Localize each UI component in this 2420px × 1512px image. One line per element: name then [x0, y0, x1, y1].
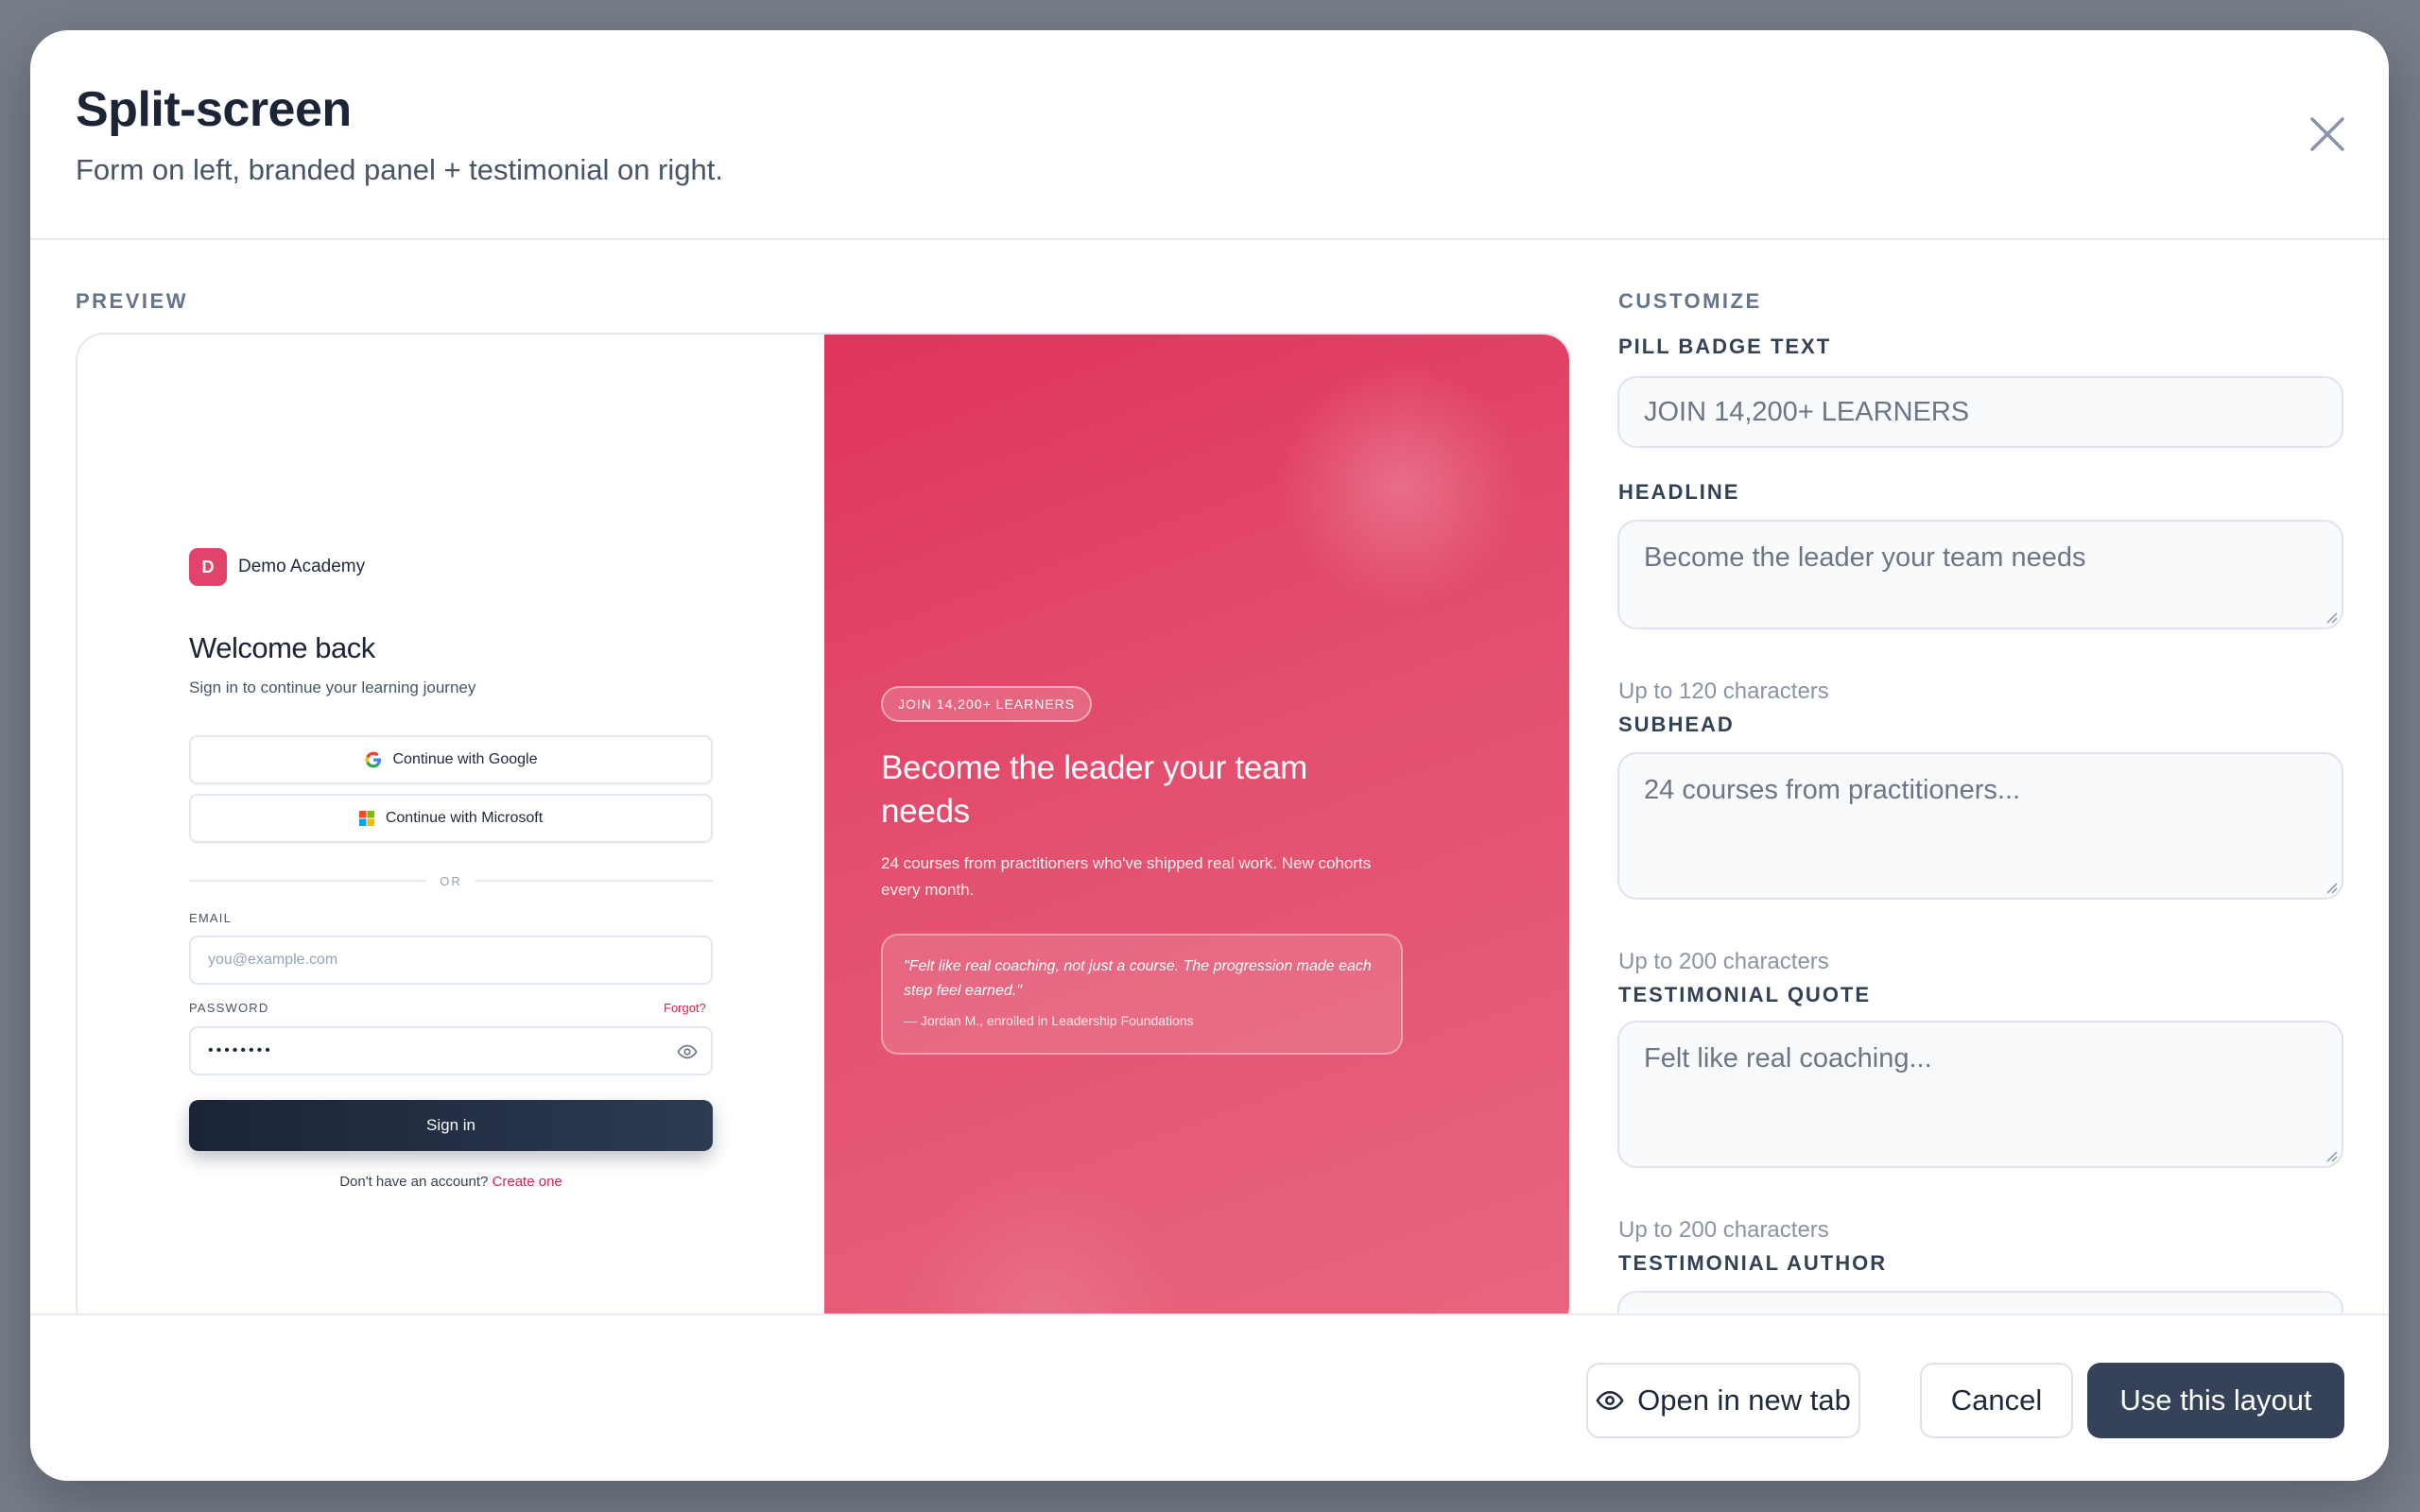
subhead-hint: Up to 200 characters: [1618, 949, 1829, 974]
microsoft-icon: [358, 811, 374, 826]
or-divider: OR: [189, 871, 713, 890]
brand-logo: D: [189, 548, 227, 586]
brand-subhead: 24 courses from practitioners who've shi…: [881, 854, 1372, 899]
open-in-new-tab-label: Open in new tab: [1637, 1383, 1851, 1417]
headline-hint: Up to 120 characters: [1618, 679, 1829, 704]
decorative-glow: [1278, 363, 1524, 609]
testimonial-card: "Felt like real coaching, not just a cou…: [881, 934, 1403, 1055]
headline-textarea[interactable]: Become the leader your team needs: [1617, 520, 2343, 629]
create-account-link[interactable]: Create one: [493, 1174, 562, 1190]
resize-handle-icon[interactable]: [2325, 1149, 2338, 1162]
show-password-icon[interactable]: [677, 1041, 698, 1067]
brand: D Demo Academy: [189, 548, 365, 586]
password-value: ••••••••: [208, 1042, 273, 1058]
subhead-label: SUBHEAD: [1618, 713, 1735, 736]
modal-subtitle: Form on left, branded panel + testimonia…: [76, 153, 723, 186]
welcome-subtext: Sign in to continue your learning journe…: [189, 679, 476, 696]
email-field[interactable]: you@example.com: [189, 936, 713, 985]
testimonial-quote-label: TESTIMONIAL QUOTE: [1618, 983, 1872, 1006]
google-signin-button[interactable]: Continue with Google: [189, 735, 713, 784]
password-label: PASSWORD: [189, 1001, 269, 1015]
password-field[interactable]: ••••••••: [189, 1026, 713, 1075]
testimonial-author: — Jordan M., enrolled in Leadership Foun…: [904, 1013, 1194, 1028]
modal-footer: Open in new tab Cancel Use this layout: [30, 1314, 2389, 1481]
signup-row: Don't have an account? Create one: [189, 1174, 713, 1190]
modal-header: Split-screen Form on left, branded panel…: [30, 30, 2389, 240]
layout-modal: Split-screen Form on left, branded panel…: [30, 30, 2389, 1481]
preview-brand-panel: JOIN 14,200+ LEARNERS Become the leader …: [824, 335, 1569, 1332]
google-button-label: Continue with Google: [392, 751, 538, 767]
close-button[interactable]: [2299, 106, 2356, 163]
testimonial-quote-hint: Up to 200 characters: [1618, 1217, 1829, 1243]
eye-icon: [1596, 1386, 1624, 1415]
close-icon: [2310, 117, 2344, 151]
welcome-heading: Welcome back: [189, 631, 375, 664]
google-icon: [365, 751, 382, 768]
pill-badge-placeholder: JOIN 14,200+ LEARNERS: [1644, 396, 1970, 427]
email-placeholder: you@example.com: [208, 952, 338, 968]
pill-badge: JOIN 14,200+ LEARNERS: [881, 686, 1093, 722]
layout-preview: D Demo Academy Welcome back Sign in to c…: [76, 333, 1571, 1334]
testimonial-quote-textarea[interactable]: Felt like real coaching...: [1617, 1021, 2343, 1168]
forgot-password-link[interactable]: Forgot?: [664, 1001, 706, 1015]
decorative-glow: [900, 1166, 1184, 1332]
brand-headline: Become the leader your team needs: [881, 749, 1308, 830]
preview-form-panel: D Demo Academy Welcome back Sign in to c…: [78, 335, 824, 1332]
email-label: EMAIL: [189, 911, 233, 925]
resize-handle-icon[interactable]: [2325, 610, 2338, 624]
testimonial-author-label: TESTIMONIAL AUTHOR: [1618, 1251, 1888, 1275]
subhead-placeholder: 24 courses from practitioners...: [1644, 775, 2021, 805]
microsoft-signin-button[interactable]: Continue with Microsoft: [189, 794, 713, 843]
testimonial-quote: "Felt like real coaching, not just a cou…: [904, 958, 1372, 999]
open-in-new-tab-button[interactable]: Open in new tab: [1586, 1363, 1860, 1438]
resize-handle-icon[interactable]: [2325, 881, 2338, 894]
brand-name: Demo Academy: [238, 557, 366, 576]
customize-section-label: CUSTOMIZE: [1618, 289, 1762, 313]
headline-label: HEADLINE: [1618, 480, 1740, 504]
use-layout-button[interactable]: Use this layout: [2087, 1363, 2344, 1438]
signup-prompt: Don't have an account?: [339, 1174, 489, 1190]
testimonial-quote-placeholder: Felt like real coaching...: [1644, 1043, 1932, 1074]
cancel-button[interactable]: Cancel: [1920, 1363, 2073, 1438]
pill-badge-input[interactable]: JOIN 14,200+ LEARNERS: [1617, 376, 2343, 448]
subhead-textarea[interactable]: 24 courses from practitioners...: [1617, 752, 2343, 900]
signin-button[interactable]: Sign in: [189, 1100, 713, 1151]
modal-title: Split-screen: [76, 82, 352, 137]
preview-section-label: PREVIEW: [76, 289, 188, 313]
pill-badge-label: PILL BADGE TEXT: [1618, 335, 1832, 358]
headline-placeholder: Become the leader your team needs: [1644, 542, 2086, 573]
microsoft-button-label: Continue with Microsoft: [385, 810, 544, 826]
or-text: OR: [440, 873, 462, 888]
